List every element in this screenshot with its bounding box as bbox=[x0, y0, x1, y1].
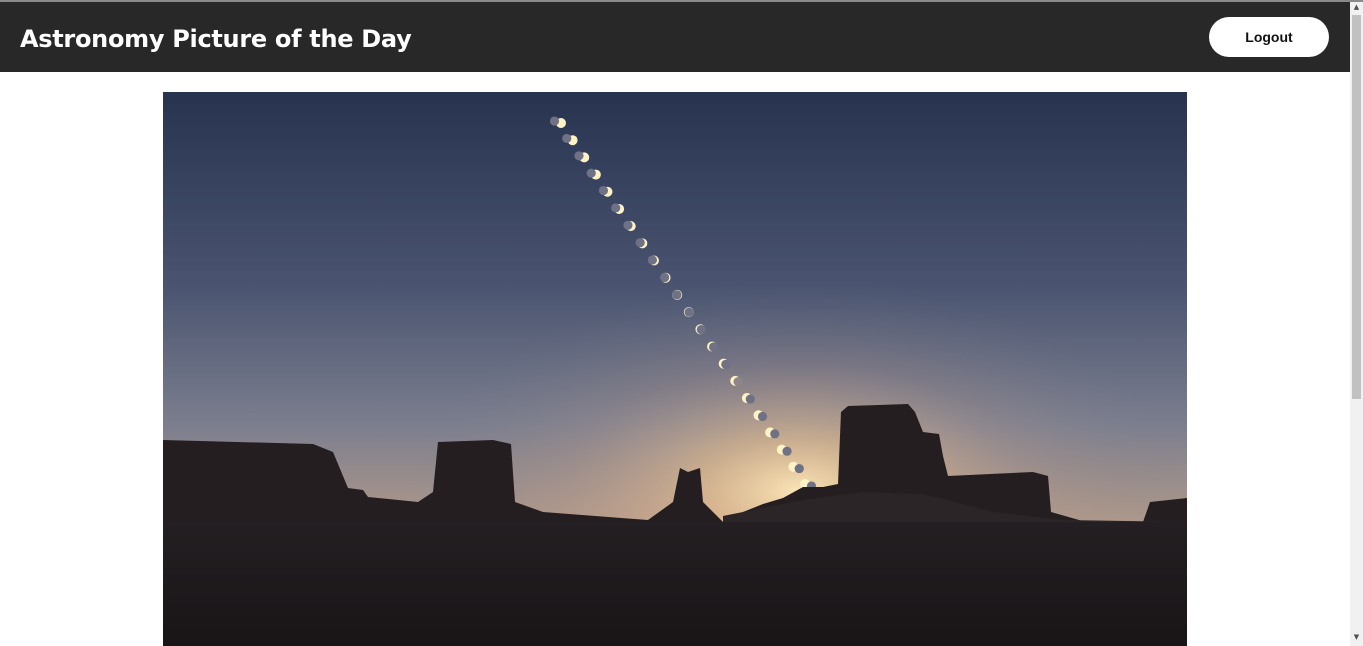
apod-image bbox=[163, 92, 1187, 646]
moon-disk bbox=[684, 307, 694, 317]
page-title: Astronomy Picture of the Day bbox=[20, 25, 412, 53]
moon-disk bbox=[660, 272, 670, 283]
moon-disk bbox=[708, 342, 719, 352]
moon-disk bbox=[598, 185, 609, 196]
moon-disk bbox=[745, 394, 755, 404]
desert-floor bbox=[163, 522, 1187, 646]
scroll-up-arrow-icon[interactable]: ▲ bbox=[1350, 2, 1363, 13]
moon-disk bbox=[586, 168, 596, 178]
scrollbar-thumb[interactable] bbox=[1352, 15, 1361, 399]
moon-disk bbox=[647, 255, 658, 265]
moon-disk bbox=[549, 116, 560, 126]
app-header: Astronomy Picture of the Day Logout bbox=[0, 2, 1350, 72]
moon-disk bbox=[770, 429, 780, 439]
scroll-down-arrow-icon[interactable]: ▼ bbox=[1350, 632, 1363, 643]
moon-disk bbox=[721, 359, 731, 369]
moon-disk bbox=[672, 290, 682, 300]
moon-disk bbox=[782, 446, 792, 456]
moon-disk bbox=[574, 151, 584, 161]
page-scrollbar[interactable]: ▲ ▼ bbox=[1350, 2, 1363, 646]
moon-disk bbox=[696, 324, 706, 335]
moon-disk bbox=[635, 238, 645, 248]
moon-disk bbox=[623, 220, 633, 230]
moon-disk bbox=[794, 463, 804, 474]
logout-button[interactable]: Logout bbox=[1209, 17, 1329, 57]
moon-disk bbox=[562, 133, 572, 144]
moon-disk bbox=[757, 411, 768, 422]
moon-disk bbox=[733, 377, 743, 387]
moon-disk bbox=[611, 203, 621, 213]
